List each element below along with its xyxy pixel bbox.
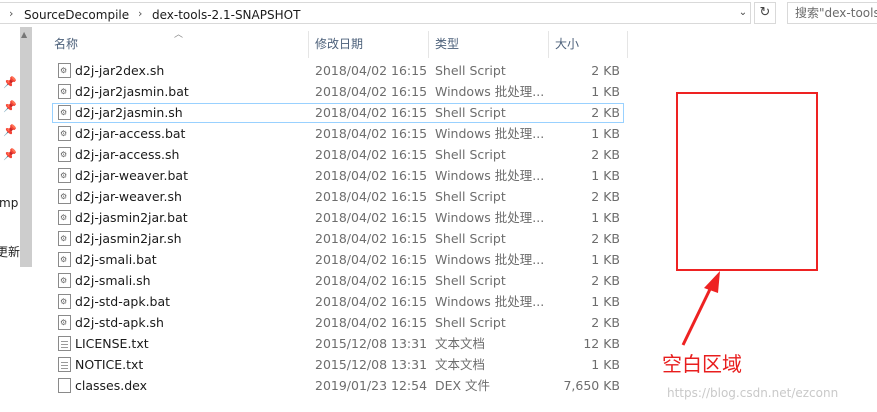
annotation-label: 空白区域 <box>662 352 742 376</box>
watermark: https://blog.csdn.net/ezconn <box>667 386 839 400</box>
annotation-arrow <box>681 271 720 346</box>
